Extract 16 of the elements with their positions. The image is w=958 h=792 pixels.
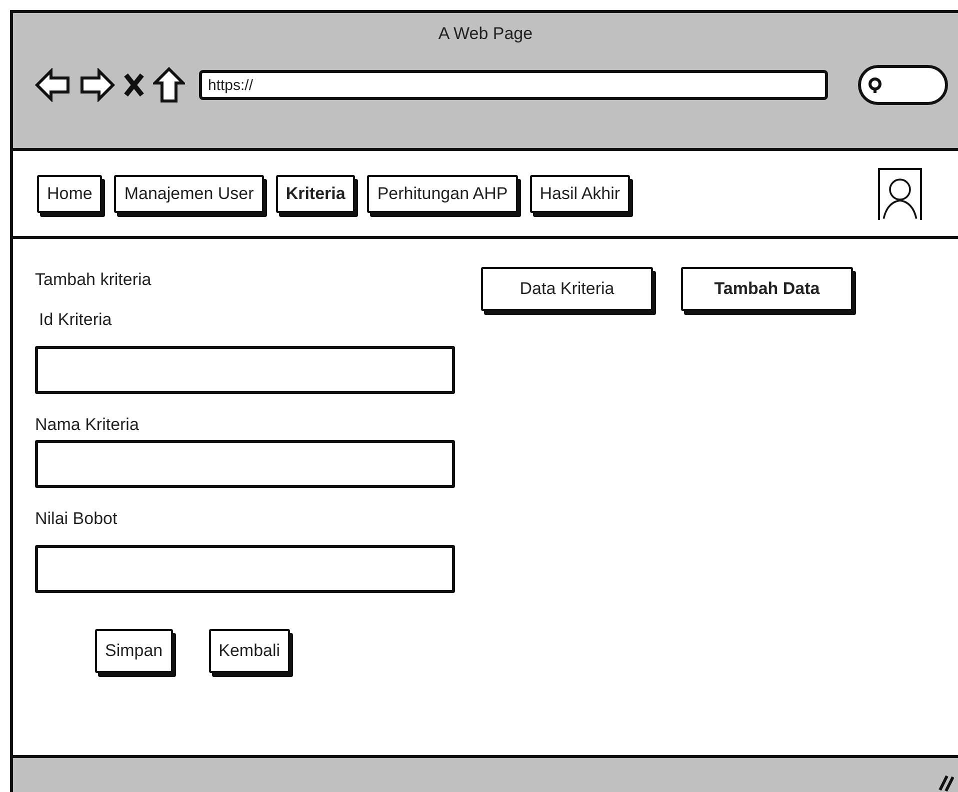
- address-field[interactable]: https://: [199, 70, 828, 100]
- home-icon[interactable]: [153, 66, 185, 102]
- back-icon[interactable]: [35, 68, 71, 102]
- avatar-icon[interactable]: [878, 168, 922, 220]
- text-field[interactable]: [35, 440, 455, 488]
- field-label: Id Kriteria: [38, 308, 113, 330]
- form-heading: Tambah kriteria: [35, 269, 152, 291]
- search-field[interactable]: [858, 64, 948, 104]
- field-label: Nilai Bobot: [35, 508, 118, 530]
- search-icon: [867, 76, 883, 94]
- window-title: A Web Page: [437, 23, 534, 45]
- field-label: Nama Kriteria: [35, 414, 140, 436]
- close-icon[interactable]: [123, 72, 145, 98]
- text-field[interactable]: [35, 545, 455, 593]
- text-field[interactable]: [35, 346, 455, 394]
- forward-icon[interactable]: [79, 68, 115, 102]
